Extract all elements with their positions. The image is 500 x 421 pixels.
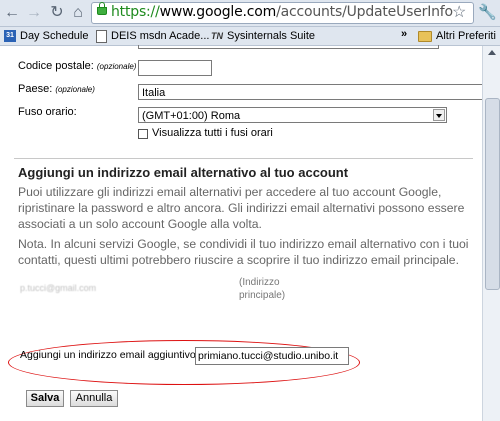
url-scheme: https:// [111,4,160,20]
scrollbar-thumb[interactable] [485,98,500,290]
add-email-input[interactable]: primiano.tucci@studio.unibo.it [195,347,349,365]
url-path: /accounts/UpdateUserInfo [276,4,453,20]
timezone-select[interactable]: (GMT+01:00) Roma [138,107,447,123]
bookmarks-overflow-icon[interactable]: » [401,28,407,40]
page-scrollbar[interactable] [482,46,500,421]
bookmark-sysinternals[interactable]: TN Sysinternals Suite [211,29,315,43]
address-bar[interactable]: https://www.google.com/accounts/UpdateUs… [91,2,474,24]
bookmark-label: Day Schedule [20,30,89,42]
calendar-icon: 31 [4,30,16,43]
bookmark-other[interactable]: Altri Preferiti [418,29,496,43]
primary-note-line2: principale) [239,290,286,301]
technet-icon: TN [211,31,223,42]
bookmark-label: Altri Preferiti [436,30,496,42]
home-icon[interactable]: ⌂ [68,3,88,23]
bookmark-deis-msdn[interactable]: DEIS msdn Acade... [96,29,209,43]
postal-optional-text: (opzionale) [96,62,137,71]
alt-email-para1-line2: ripristinare la password e altro ancora.… [18,201,465,215]
alt-email-para2-line2: contatti, questi ultimi potrebbero riusc… [18,253,459,267]
timezone-label: Fuso orario: [18,106,77,118]
reload-icon[interactable]: ↻ [47,3,67,23]
postal-code-input[interactable] [138,60,212,76]
add-email-label: Aggiungi un indirizzo email aggiuntivo: [20,349,199,361]
alt-email-para1-line3: associati a un solo account Google alla … [18,217,262,231]
country-label: Paese: (opzionale) [18,83,95,95]
timezone-value: (GMT+01:00) Roma [142,110,241,122]
show-all-timezones-label: Visualizza tutti i fusi orari [152,127,273,139]
chevron-down-icon[interactable] [433,109,445,121]
folder-icon [418,30,432,42]
star-icon[interactable]: ☆ [452,3,466,23]
bookmark-label: DEIS msdn Acade... [111,30,210,42]
country-optional-text: (opzionale) [55,85,95,94]
document-icon [96,29,107,43]
browser-toolbar: ← → ↻ ⌂ https://www.google.com/accounts/… [0,0,500,27]
alt-email-para1-line1: Puoi utilizzare gli indirizzi email alte… [18,185,442,199]
back-icon[interactable]: ← [2,3,22,23]
bookmark-day-schedule[interactable]: 31 Day Schedule [4,29,89,43]
postal-label-text: Codice postale: [18,60,94,72]
bookmarks-bar: 31 Day Schedule DEIS msdn Acade... TN Sysi… [0,27,500,46]
forward-icon[interactable]: → [24,3,44,23]
scroll-up-icon[interactable] [485,46,499,60]
url-host: www.google.com [159,4,277,20]
postal-code-label: Codice postale: (opzionale) [18,60,136,72]
primary-note-line1: (Indirizzo [239,277,280,288]
country-input[interactable]: Italia [138,84,483,100]
cancel-button[interactable]: Annulla [70,390,118,407]
lock-icon [97,2,107,15]
url-text: https://www.google.com/accounts/UpdateUs… [111,4,453,20]
primary-email: p.tucci@gmail.com [20,283,97,293]
section-divider [14,158,473,159]
alt-email-section-title: Aggiungi un indirizzo email alternativo … [18,165,349,180]
country-label-text: Paese: [18,83,53,95]
page-content: Codice postale: (opzionale) Paese: (opzi… [0,45,483,421]
wrench-icon[interactable]: 🔧 [478,4,497,22]
save-button[interactable]: Salva [26,390,64,407]
show-all-timezones-checkbox[interactable] [138,129,148,139]
bookmark-label: Sysinternals Suite [227,30,316,42]
partial-field-edge [138,45,439,49]
alt-email-para2-line1: Nota. In alcuni servizi Google, se condi… [18,237,469,251]
